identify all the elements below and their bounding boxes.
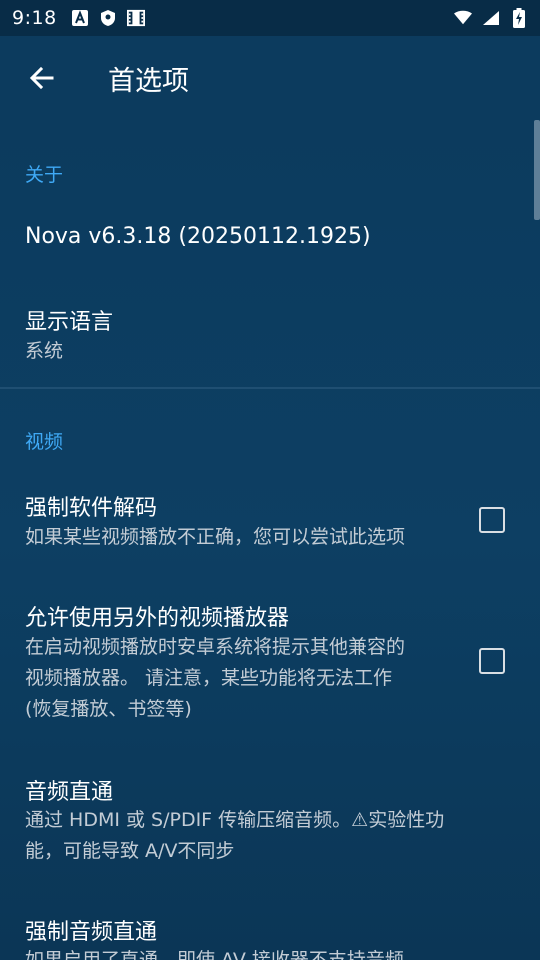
pref-force-audio-passthrough[interactable]: 强制音频直通 如果启用了直通，即使 AV 接收器不支持音频 [0, 890, 540, 960]
pref-force-audio-passthrough-title: 强制音频直通 [25, 920, 158, 945]
a-notification-icon [71, 9, 89, 27]
section-header-video: 视频 [25, 431, 64, 453]
shield-icon [99, 9, 117, 27]
pref-display-language-title: 显示语言 [25, 310, 114, 335]
app-bar: 首选项 [0, 36, 540, 120]
pref-allow-alternate-player-summary-1: 在启动视频播放时安卓系统将提示其他兼容的 [25, 636, 406, 658]
section-divider [0, 387, 540, 389]
status-icons-right [454, 8, 528, 28]
section-header-about: 关于 [25, 164, 64, 186]
pref-audio-passthrough[interactable]: 音频直通 通过 HDMI 或 S/PDIF 传输压缩音频。⚠实验性功 能，可能导… [0, 750, 540, 880]
pref-audio-passthrough-title: 音频直通 [25, 780, 114, 805]
signal-icon [482, 9, 500, 27]
pref-allow-alternate-player[interactable]: 允许使用另外的视频播放器 在启动视频播放时安卓系统将提示其他兼容的 视频播放器。… [0, 580, 540, 740]
pref-version[interactable]: Nova v6.3.18 (20250112.1925) [0, 198, 540, 278]
pref-force-audio-passthrough-summary: 如果启用了直通，即使 AV 接收器不支持音频 [25, 949, 404, 960]
allow-alternate-player-checkbox[interactable] [479, 648, 505, 674]
film-icon [126, 9, 145, 27]
pref-allow-alternate-player-summary-2: 视频播放器。 请注意，某些功能将无法工作 [25, 667, 393, 689]
status-bar: 9:18 [0, 0, 540, 36]
pref-display-language-value: 系统 [25, 340, 64, 362]
pref-force-software-decoding-summary: 如果某些视频播放不正确，您可以尝试此选项 [25, 526, 406, 548]
pref-allow-alternate-player-title: 允许使用另外的视频播放器 [25, 606, 290, 631]
pref-display-language[interactable]: 显示语言 系统 [0, 280, 540, 386]
pref-force-software-decoding[interactable]: 强制软件解码 如果某些视频播放不正确，您可以尝试此选项 [0, 472, 540, 570]
status-time: 9:18 [12, 7, 57, 29]
status-icons-left [71, 9, 145, 27]
arrow-back-icon [29, 66, 54, 90]
pref-version-title: Nova v6.3.18 (20250112.1925) [25, 224, 371, 249]
pref-force-software-decoding-title: 强制软件解码 [25, 496, 158, 521]
page-title: 首选项 [108, 65, 189, 97]
force-software-decoding-checkbox[interactable] [479, 507, 505, 533]
pref-audio-passthrough-summary-2: 能，可能导致 A/V不同步 [25, 840, 235, 862]
battery-charging-icon [510, 8, 528, 28]
wifi-icon [454, 9, 472, 27]
back-button[interactable] [0, 36, 84, 120]
pref-audio-passthrough-summary-1: 通过 HDMI 或 S/PDIF 传输压缩音频。⚠实验性功 [25, 809, 445, 831]
pref-allow-alternate-player-summary-3: (恢复播放、书签等) [25, 698, 192, 720]
